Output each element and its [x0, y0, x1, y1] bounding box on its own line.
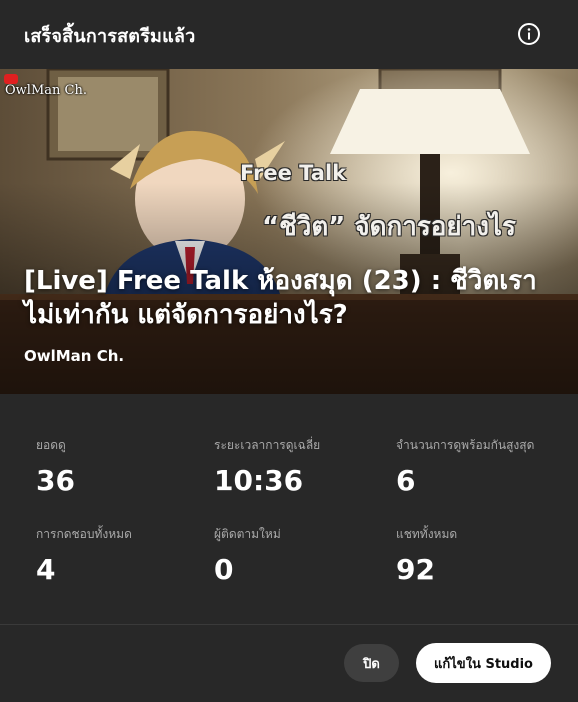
dialog-title: เสร็จสิ้นการสตรีมแล้ว [24, 26, 196, 47]
stat-views: ยอดดู 36 [36, 436, 75, 497]
info-icon[interactable] [517, 22, 541, 46]
stat-value: 10:36 [214, 464, 304, 497]
stat-value: 6 [396, 464, 416, 497]
video-thumbnail: OwlMan Ch. Free Talk “ชีวิต” จัดการอย่าง… [0, 69, 578, 394]
stat-value: 36 [36, 464, 75, 497]
stat-avg-view-duration: ระยะเวลาการดูเฉลี่ย 10:36 [214, 436, 320, 497]
stat-label: การกดชอบทั้งหมด [36, 527, 132, 541]
video-title: [Live] Free Talk ห้องสมุด (23) : ชีวิตเร… [24, 266, 537, 330]
stat-new-subscribers: ผู้ติดตามใหม่ 0 [214, 525, 281, 586]
close-button[interactable]: ปิด [344, 644, 399, 682]
edit-in-studio-button[interactable]: แก้ไขใน Studio [416, 643, 551, 683]
channel-logo-text: OwlMan Ch. [5, 83, 87, 98]
stat-value: 0 [214, 553, 234, 586]
stat-value: 4 [36, 553, 56, 586]
stream-stats: ยอดดู 36 ระยะเวลาการดูเฉลี่ย 10:36 จำนวน… [0, 394, 578, 624]
channel-name: OwlMan Ch. [24, 347, 125, 365]
stream-ended-dialog: เสร็จสิ้นการสตรีมแล้ว OwlMan Ch. Free Ta… [0, 0, 578, 702]
stat-label: แชททั้งหมด [396, 527, 458, 541]
stat-label: ยอดดู [36, 438, 66, 452]
stat-label: ผู้ติดตามใหม่ [214, 527, 281, 541]
dialog-footer: ปิด แก้ไขใน Studio [0, 624, 578, 702]
stat-total-chats: แชททั้งหมด 92 [396, 525, 457, 586]
stat-total-likes: การกดชอบทั้งหมด 4 [36, 525, 132, 586]
thumbnail-overlay-text-2: “ชีวิต” จัดการอย่างไร [262, 212, 516, 242]
dialog-header: เสร็จสิ้นการสตรีมแล้ว [0, 0, 578, 69]
stat-label: ระยะเวลาการดูเฉลี่ย [214, 438, 321, 452]
youtube-icon [4, 74, 18, 84]
channel-logo: OwlMan Ch. [4, 74, 87, 98]
stat-value: 92 [396, 553, 435, 586]
stat-label: จำนวนการดูพร้อมกันสูงสุด [396, 438, 535, 452]
thumbnail-overlay-text-1: Free Talk [240, 161, 347, 185]
stat-peak-concurrent: จำนวนการดูพร้อมกันสูงสุด 6 [396, 436, 534, 497]
